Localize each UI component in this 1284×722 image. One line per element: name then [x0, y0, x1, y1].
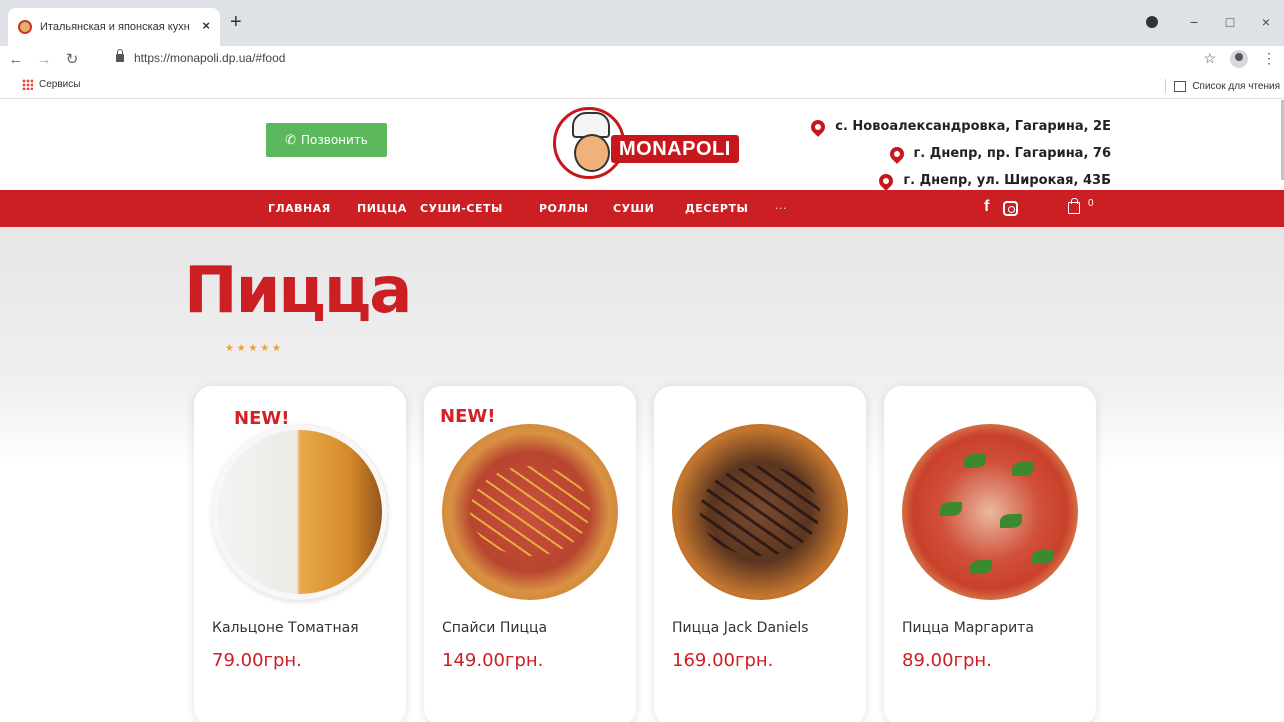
basil-leaf	[1012, 462, 1034, 476]
cart-count: 0	[1088, 198, 1094, 209]
reading-list-button[interactable]: Список для чтения	[1165, 79, 1280, 93]
window-maximize-button[interactable]: □	[1212, 14, 1248, 30]
address-item: г. Днепр, пр. Гагарина, 76	[811, 140, 1111, 167]
product-name: Кальцоне Томатная	[212, 620, 359, 636]
url-text[interactable]: https://monapoli.dp.ua/#food	[134, 51, 285, 65]
address-item: с. Новоалександровка, Гагарина, 2Е	[808, 113, 1111, 140]
product-name: Пицца Jack Daniels	[672, 620, 809, 636]
call-button[interactable]: ✆ Позвонить	[266, 123, 387, 157]
nav-item-more[interactable]: ···	[775, 190, 787, 227]
new-badge: NEW!	[440, 406, 496, 427]
nav-item-desserts[interactable]: ДЕСЕРТЫ	[685, 190, 748, 227]
tab-close-icon[interactable]: ×	[202, 18, 210, 33]
new-tab-button[interactable]: +	[230, 12, 242, 32]
bookmark-apps-label: Сервисы	[39, 79, 81, 90]
rating-stars: ★ ★ ★ ★ ★	[225, 343, 281, 354]
product-price: 79.00грн.	[212, 650, 302, 671]
nav-item-pizza[interactable]: ПИЦЦА	[357, 190, 407, 227]
browser-tab[interactable]: Итальянская и японская кухня ×	[8, 8, 220, 46]
map-pin-icon	[876, 170, 897, 191]
product-image	[442, 424, 618, 600]
address-text: г. Днепр, пр. Гагарина, 76	[913, 145, 1111, 161]
window-controls: − □ ×	[1146, 14, 1284, 30]
website: ✆ Позвонить MONAPOLI с. Новоалександровк…	[0, 100, 1284, 722]
product-price: 89.00грн.	[902, 650, 992, 671]
product-price: 149.00грн.	[442, 650, 544, 671]
map-pin-icon	[808, 116, 829, 137]
food-section: Пицца ★ ★ ★ ★ ★ NEW! Кальцоне Томатная 7…	[0, 227, 1284, 722]
reload-icon[interactable]: ↻	[60, 50, 84, 68]
apps-grid-icon	[22, 79, 33, 90]
nav-item-home[interactable]: ГЛАВНАЯ	[268, 190, 331, 227]
lock-icon	[116, 49, 124, 62]
page-title: Пицца	[184, 254, 412, 328]
map-pin-icon	[886, 143, 907, 164]
product-image	[672, 424, 848, 600]
extension-icon[interactable]	[1146, 16, 1158, 28]
new-badge: NEW!	[234, 408, 290, 429]
window-minimize-button[interactable]: −	[1176, 14, 1212, 30]
profile-avatar-icon[interactable]	[1230, 50, 1248, 68]
product-image	[902, 424, 1078, 600]
call-button-label: Позвонить	[301, 133, 368, 147]
phone-icon: ✆	[285, 132, 297, 148]
product-card[interactable]: NEW! Кальцоне Томатная 79.00грн.	[194, 386, 406, 722]
address-text: г. Днепр, ул. Широкая, 43Б	[903, 172, 1111, 188]
nav-item-sushi-sets[interactable]: СУШИ-СЕТЫ	[420, 190, 503, 227]
bookmark-star-icon[interactable]: ☆	[1203, 50, 1216, 68]
cart-bag-icon[interactable]	[1068, 198, 1080, 214]
browser-toolbar: ← → ↻ https://monapoli.dp.ua/#food ☆ ⋮	[0, 46, 1284, 72]
nav-item-rolls[interactable]: РОЛЛЫ	[539, 190, 589, 227]
instagram-icon[interactable]	[1003, 201, 1018, 216]
product-card[interactable]: NEW! Спайси Пицца 149.00грн.	[424, 386, 636, 722]
basil-leaf	[970, 560, 992, 574]
address-bar[interactable]: https://monapoli.dp.ua/#food	[100, 46, 1200, 70]
forward-arrow-icon[interactable]: →	[32, 51, 56, 68]
product-card[interactable]: Пицца Jack Daniels 169.00грн.	[654, 386, 866, 722]
product-name: Спайси Пицца	[442, 620, 548, 636]
browser-tabstrip: Итальянская и японская кухня × + − □ ×	[0, 0, 1284, 46]
product-card[interactable]: Пицца Маргарита 89.00грн.	[884, 386, 1096, 722]
product-image	[212, 424, 388, 600]
bookmark-apps[interactable]: Сервисы	[22, 79, 80, 90]
basil-leaf	[1032, 550, 1054, 564]
reading-list-label: Список для чтения	[1192, 80, 1280, 92]
basil-leaf	[940, 502, 962, 516]
product-price: 169.00грн.	[672, 650, 774, 671]
nav-item-sushi[interactable]: СУШИ	[613, 190, 654, 227]
logo-wordmark: MONAPOLI	[611, 135, 739, 163]
tab-title: Итальянская и японская кухня	[40, 21, 190, 33]
menu-kebab-icon[interactable]: ⋮	[1262, 50, 1276, 68]
window-close-button[interactable]: ×	[1248, 14, 1284, 30]
basil-leaf	[964, 454, 986, 468]
sauce-drizzle	[700, 466, 820, 556]
product-name: Пицца Маргарита	[902, 620, 1034, 636]
bookmarks-bar: Сервисы Список для чтения	[0, 75, 1284, 99]
basil-leaf	[1000, 514, 1022, 528]
site-favicon-icon	[18, 20, 32, 34]
address-list: с. Новоалександровка, Гагарина, 2Е г. Дн…	[808, 113, 1111, 194]
reading-list-icon	[1174, 80, 1187, 92]
facebook-icon[interactable]: f	[984, 198, 989, 216]
address-text: с. Новоалександровка, Гагарина, 2Е	[835, 118, 1111, 134]
sauce-drizzle	[470, 466, 590, 556]
main-navbar: ГЛАВНАЯ ПИЦЦА СУШИ-СЕТЫ РОЛЛЫ СУШИ ДЕСЕР…	[0, 190, 1284, 227]
site-logo[interactable]: MONAPOLI	[553, 107, 739, 179]
back-arrow-icon[interactable]: ←	[4, 51, 28, 68]
toolbar-actions: ☆ ⋮	[1203, 50, 1276, 68]
